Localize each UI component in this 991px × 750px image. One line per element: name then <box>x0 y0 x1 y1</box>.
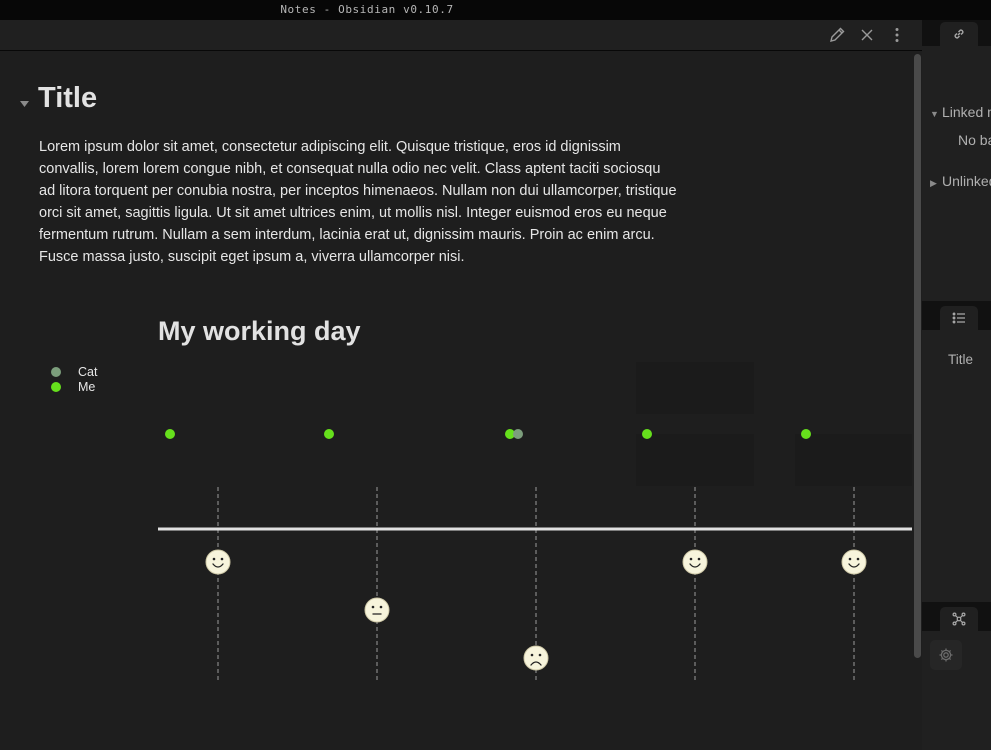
graph-tab[interactable] <box>940 607 978 631</box>
gear-icon <box>939 648 953 662</box>
editor-pane[interactable]: Title Lorem ipsum dolor sit amet, consec… <box>0 52 912 750</box>
outline-tabstrip <box>922 304 991 330</box>
event-card-4-top <box>636 362 754 414</box>
face-eye-right-2 <box>379 605 383 609</box>
mood-face-happy-icon <box>205 549 231 575</box>
face-eye-right-3 <box>538 653 542 657</box>
close-icon[interactable] <box>858 26 876 44</box>
face-eye-left-2 <box>371 605 375 609</box>
settings-button[interactable] <box>930 640 962 670</box>
editor-scrollbar[interactable] <box>912 52 922 750</box>
editor-header <box>0 20 922 51</box>
mood-face-neutral-icon <box>364 597 390 623</box>
face-eye-left-5 <box>848 557 852 561</box>
event-card-5 <box>795 434 912 486</box>
outline-tab[interactable] <box>940 306 978 330</box>
linked-mentions-header[interactable]: ▼Linked mentions <box>930 104 991 120</box>
window-title: Notes - Obsidian v0.10.7 <box>280 3 454 16</box>
unlinked-mentions-header[interactable]: ▶Unlinked mentions <box>930 173 991 189</box>
mood-face-sad-icon <box>523 645 549 671</box>
me-dot-5 <box>801 429 811 439</box>
no-backlinks-text: No backlinks found. <box>958 132 991 148</box>
face-eye-left-4 <box>689 557 693 561</box>
mood-face-happy-icon <box>682 549 708 575</box>
link-icon <box>954 29 964 39</box>
backlinks-tab[interactable] <box>940 22 978 46</box>
me-dot-4 <box>642 429 652 439</box>
timeline-chart: My working day Cat Me <box>0 52 912 750</box>
window-titlebar: Notes - Obsidian v0.10.7 <box>0 0 991 20</box>
list-icon <box>952 312 965 324</box>
linked-caret-icon: ▼ <box>930 109 939 119</box>
face-eye-left-3 <box>530 653 534 657</box>
pencil-icon[interactable] <box>828 26 846 44</box>
graph-icon <box>952 612 966 626</box>
timeline-svg <box>158 362 912 680</box>
scrollbar-thumb[interactable] <box>914 54 921 658</box>
me-dot-2 <box>324 429 334 439</box>
cat-dot-3 <box>513 429 523 439</box>
face-eye-right-4 <box>697 557 701 561</box>
backlinks-tabstrip <box>922 20 991 46</box>
right-sidebar: ▼Linked mentions No backlinks found. ▶Un… <box>922 20 991 750</box>
more-vertical-icon[interactable] <box>888 26 906 44</box>
outline-item-title[interactable]: Title <box>948 352 991 367</box>
unlinked-caret-icon: ▶ <box>930 178 937 188</box>
mood-face-happy-icon <box>841 549 867 575</box>
me-dot-1 <box>165 429 175 439</box>
face-eye-right-5 <box>856 557 860 561</box>
face-eye-right-1 <box>220 557 224 561</box>
face-eye-left-1 <box>212 557 216 561</box>
graph-tabstrip <box>922 605 991 631</box>
event-card-4-bottom <box>636 434 754 486</box>
